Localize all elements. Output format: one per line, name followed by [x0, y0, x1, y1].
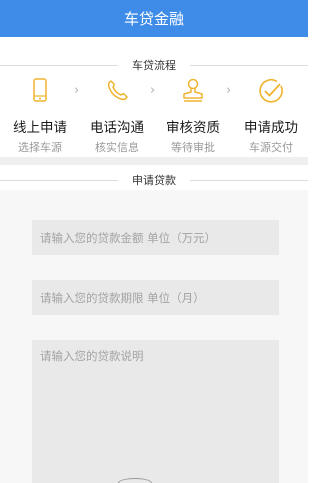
- process-step-success: 申请成功 车源交付: [236, 77, 306, 155]
- bottom-button-edge[interactable]: [118, 478, 152, 483]
- loan-description-placeholder: 请输入您的贷款说明: [40, 349, 144, 363]
- step-subtitle: 选择车源: [18, 141, 62, 154]
- stamp-icon: [183, 78, 203, 102]
- loan-description-textarea[interactable]: 请输入您的贷款说明: [32, 340, 279, 483]
- loan-term-placeholder: 请输入您的贷款期限 单位（月）: [40, 290, 205, 305]
- phone-icon: [33, 78, 47, 102]
- process-section-header: 车贷流程: [0, 55, 308, 75]
- process-steps: 线上申请 选择车源 › 电话沟通 核实信息 › 审核资质 等待审批 › 申请成功…: [0, 77, 308, 157]
- loan-amount-placeholder: 请输入您的贷款金额 单位（万元）: [40, 230, 217, 245]
- process-section-label: 车贷流程: [126, 57, 182, 73]
- step-subtitle: 车源交付: [249, 141, 293, 154]
- divider-line: [190, 180, 308, 181]
- loan-term-input[interactable]: 请输入您的贷款期限 单位（月）: [32, 280, 279, 315]
- step-title: 电话沟通: [90, 120, 144, 136]
- process-step-call: 电话沟通 核实信息: [82, 77, 152, 155]
- chevron-right-icon: ›: [226, 83, 232, 98]
- divider-line: [190, 65, 308, 66]
- step-subtitle: 核实信息: [95, 141, 139, 154]
- loan-form: 请输入您的贷款金额 单位（万元） 请输入您的贷款期限 单位（月） 请输入您的贷款…: [0, 190, 308, 483]
- step-title: 审核资质: [166, 120, 220, 136]
- app-header: 车贷金融: [0, 0, 308, 37]
- loan-section-label: 申请贷款: [126, 172, 182, 188]
- divider-line: [0, 180, 118, 181]
- call-icon: [107, 80, 128, 101]
- loan-section-header: 申请贷款: [0, 170, 308, 190]
- section-separator: [0, 157, 308, 165]
- divider-line: [0, 65, 118, 66]
- process-step-review: 审核资质 等待审批: [158, 77, 228, 155]
- step-subtitle: 等待审批: [171, 141, 215, 154]
- loan-amount-input[interactable]: 请输入您的贷款金额 单位（万元）: [32, 220, 279, 255]
- page-title: 车贷金融: [123, 10, 184, 28]
- check-circle-icon: [259, 79, 283, 103]
- process-step-apply: 线上申请 选择车源: [5, 77, 75, 155]
- step-title: 线上申请: [13, 120, 67, 136]
- step-title: 申请成功: [244, 120, 298, 136]
